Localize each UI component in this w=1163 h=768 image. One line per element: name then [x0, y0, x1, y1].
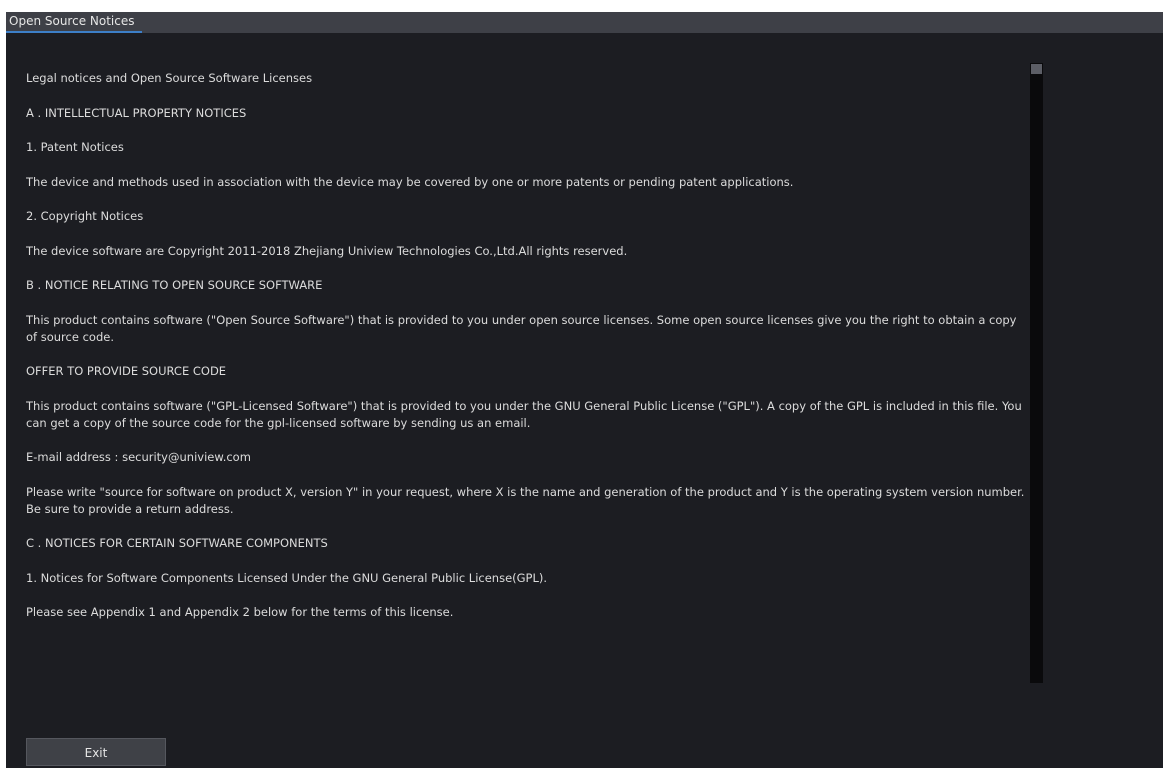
notice-copyright-heading: 2. Copyright Notices: [26, 209, 144, 223]
title-bar: Open Source Notices: [6, 12, 1163, 33]
notice-gpl-components-heading: 1. Notices for Software Components Licen…: [26, 570, 548, 585]
scrollbar-thumb[interactable]: [1031, 64, 1042, 74]
notice-patent-heading: 1. Patent Notices: [26, 140, 124, 154]
window-title: Open Source Notices: [6, 12, 143, 33]
notices-text-area[interactable]: Legal notices and Open Source Software L…: [26, 62, 1031, 682]
notice-section-c-heading: C . NOTICES FOR CERTAIN SOFTWARE COMPONE…: [26, 536, 328, 550]
notice-offer-heading: OFFER TO PROVIDE SOURCE CODE: [26, 364, 227, 378]
exit-button[interactable]: Exit: [26, 738, 166, 766]
vertical-scrollbar[interactable]: [1030, 63, 1043, 683]
notice-patent-text: The device and methods used in associati…: [26, 174, 794, 189]
notice-section-b-heading: B . NOTICE RELATING TO OPEN SOURCE SOFTW…: [26, 278, 323, 292]
notice-open-source-text: This product contains software ("Open So…: [26, 312, 1021, 344]
notice-copyright-text: The device software are Copyright 2011-2…: [26, 243, 628, 258]
notice-email-address: E-mail address : security@uniview.com: [26, 450, 251, 464]
open-source-notices-window: Open Source Notices Legal notices and Op…: [6, 12, 1163, 768]
notice-heading-legal: Legal notices and Open Source Software L…: [26, 71, 313, 85]
notice-gpl-text: This product contains software ("GPL-Lic…: [26, 398, 1026, 430]
notice-section-a-heading: A . INTELLECTUAL PROPERTY NOTICES: [26, 105, 247, 120]
notice-request-text: Please write "source for software on pro…: [26, 484, 1029, 516]
notice-appendix-text: Please see Appendix 1 and Appendix 2 bel…: [26, 605, 454, 619]
